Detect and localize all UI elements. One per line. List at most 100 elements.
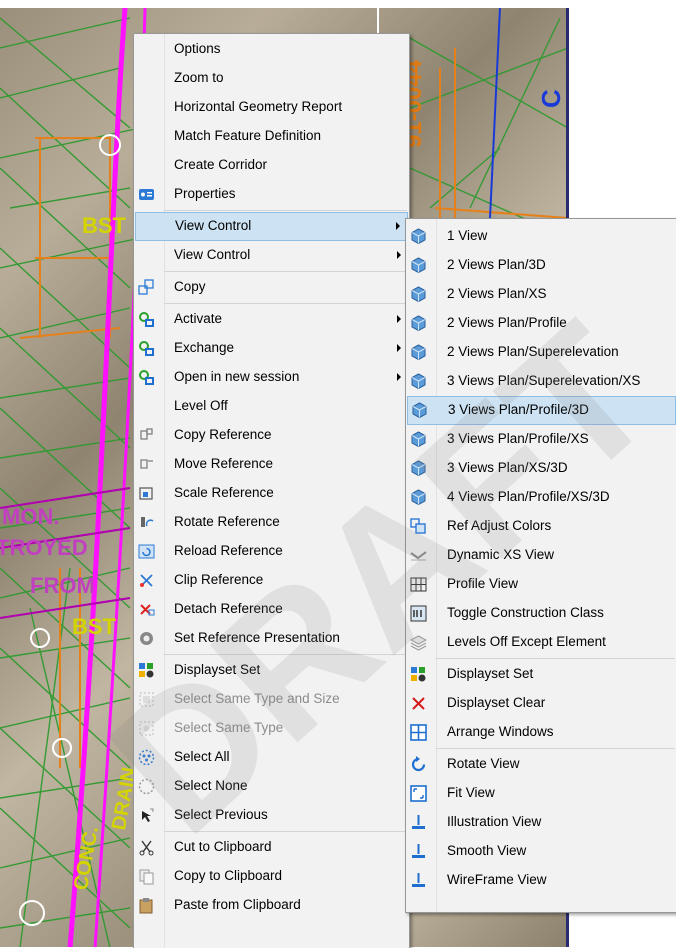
menu-item-match-feature-definition[interactable]: Match Feature Definition [135, 122, 408, 151]
menu-item-view-control[interactable]: View Control [135, 241, 408, 270]
menu-item-level-off[interactable]: Level Off [135, 392, 408, 421]
submenu-item-profile-view[interactable]: Profile View [407, 570, 676, 599]
menu-item-options[interactable]: Options [135, 35, 408, 64]
menu-item-properties[interactable]: Properties [135, 180, 408, 209]
menu-item-label: Horizontal Geometry Report [174, 99, 343, 114]
submenu-item-3-views-plan-profile-xs[interactable]: 3 Views Plan/Profile/XS [407, 425, 676, 454]
submenu-item-2-views-plan-profile[interactable]: 2 Views Plan/Profile [407, 309, 676, 338]
menu-item-set-reference-presentation[interactable]: Set Reference Presentation [135, 624, 408, 653]
menu-item-label: Level Off [174, 398, 228, 413]
menu-item-label: View Control [175, 218, 252, 233]
menu-separator [436, 658, 675, 659]
submenu-item-3-views-plan-superelevation-xs[interactable]: 3 Views Plan/Superelevation/XS [407, 367, 676, 396]
submenu-item-label: Displayset Clear [447, 695, 546, 710]
submenu-item-3-views-plan-profile-3d[interactable]: 3 Views Plan/Profile/3D [407, 396, 676, 425]
submenu-item-label: 2 Views Plan/3D [447, 257, 546, 272]
submenu-item-label: Dynamic XS View [447, 547, 555, 562]
ref-adjust-colors-icon [410, 518, 427, 535]
menu-item-label: Select None [174, 778, 248, 793]
menu-separator [164, 654, 407, 655]
menu-item-label: Activate [174, 311, 223, 326]
displayset-icon [410, 666, 427, 683]
view-cube-icon [410, 228, 427, 245]
menu-item-copy-to-clipboard[interactable]: Copy to Clipboard [135, 862, 408, 891]
menu-item-create-corridor[interactable]: Create Corridor [135, 151, 408, 180]
submenu-item-2-views-plan-3d[interactable]: 2 Views Plan/3D [407, 251, 676, 280]
submenu-item-3-views-plan-xs-3d[interactable]: 3 Views Plan/XS/3D [407, 454, 676, 483]
menu-item-label: Select Previous [174, 807, 268, 822]
submenu-item-fit-view[interactable]: Fit View [407, 779, 676, 808]
view-cube-icon [410, 373, 427, 390]
profile-view-icon [410, 576, 427, 593]
menu-item-select-none[interactable]: Select None [135, 772, 408, 801]
reference-exchange-icon [138, 340, 155, 357]
menu-item-label: Open in new session [174, 369, 300, 384]
menu-item-move-reference[interactable]: Move Reference [135, 450, 408, 479]
menu-item-open-in-new-session[interactable]: Open in new session [135, 363, 408, 392]
submenu-item-arrange-windows[interactable]: Arrange Windows [407, 718, 676, 747]
menu-item-label: Create Corridor [174, 157, 268, 172]
menu-item-copy-reference[interactable]: Copy Reference [135, 421, 408, 450]
menu-item-rotate-reference[interactable]: Rotate Reference [135, 508, 408, 537]
menu-separator [164, 303, 407, 304]
submenu-item-dynamic-xs-view[interactable]: Dynamic XS View [407, 541, 676, 570]
submenu-item-label: Levels Off Except Element [447, 634, 606, 649]
clipboard-copy-icon [138, 868, 155, 885]
submenu-item-displayset-clear[interactable]: Displayset Clear [407, 689, 676, 718]
menu-item-exchange[interactable]: Exchange [135, 334, 408, 363]
menu-item-zoom-to[interactable]: Zoom to [135, 64, 408, 93]
menu-item-displayset-set[interactable]: Displayset Set [135, 656, 408, 685]
submenu-item-wireframe-view[interactable]: WireFrame View [407, 866, 676, 895]
submenu-item-levels-off-except-element[interactable]: Levels Off Except Element [407, 628, 676, 657]
menu-item-reload-reference[interactable]: Reload Reference [135, 537, 408, 566]
view-control-submenu: 1 View 2 Views Plan/3D 2 Views Plan/XS 2 Vi… [405, 218, 676, 913]
submenu-item-smooth-view[interactable]: Smooth View [407, 837, 676, 866]
menu-separator [436, 748, 675, 749]
menu-item-paste-from-clipboard[interactable]: Paste from Clipboard [135, 891, 408, 920]
select-type-icon [138, 720, 155, 737]
menu-item-select-all[interactable]: Select All [135, 743, 408, 772]
menu-item-label: Copy Reference [174, 427, 272, 442]
fit-view-icon [410, 785, 427, 802]
rotate-view-icon [410, 756, 427, 773]
render-view-icon [410, 843, 427, 860]
menu-item-detach-reference[interactable]: Detach Reference [135, 595, 408, 624]
submenu-item-toggle-construction-class[interactable]: Toggle Construction Class [407, 599, 676, 628]
menu-item-select-previous[interactable]: Select Previous [135, 801, 408, 830]
menu-item-clip-reference[interactable]: Clip Reference [135, 566, 408, 595]
menu-item-horizontal-geometry-report[interactable]: Horizontal Geometry Report [135, 93, 408, 122]
submenu-item-ref-adjust-colors[interactable]: Ref Adjust Colors [407, 512, 676, 541]
menu-item-select-same-type-and-size[interactable]: Select Same Type and Size [135, 685, 408, 714]
arrange-windows-icon [410, 724, 427, 741]
view-cube-icon [410, 257, 427, 274]
submenu-item-label: Ref Adjust Colors [447, 518, 552, 533]
menu-item-label: Properties [174, 186, 236, 201]
submenu-item-illustration-view[interactable]: Illustration View [407, 808, 676, 837]
select-type-size-icon [138, 691, 155, 708]
copy-reference-icon [138, 427, 155, 444]
scale-reference-icon [138, 485, 155, 502]
menu-item-copy[interactable]: Copy [135, 273, 408, 302]
menu-item-cut-to-clipboard[interactable]: Cut to Clipboard [135, 833, 408, 862]
submenu-item-2-views-plan-superelevation[interactable]: 2 Views Plan/Superelevation [407, 338, 676, 367]
render-view-icon [410, 814, 427, 831]
submenu-item-2-views-plan-xs[interactable]: 2 Views Plan/XS [407, 280, 676, 309]
map-label-mon: MON. [2, 504, 60, 529]
submenu-item-displayset-set[interactable]: Displayset Set [407, 660, 676, 689]
submenu-item-label: 3 Views Plan/Superelevation/XS [447, 373, 641, 388]
menu-item-select-same-type[interactable]: Select Same Type [135, 714, 408, 743]
menu-item-label: Exchange [174, 340, 235, 355]
menu-item-activate[interactable]: Activate [135, 305, 408, 334]
submenu-item-4-views-plan-profile-xs-3d[interactable]: 4 Views Plan/Profile/XS/3D [407, 483, 676, 512]
render-view-icon [410, 872, 427, 889]
submenu-item-1-view[interactable]: 1 View [407, 222, 676, 251]
menu-item-scale-reference[interactable]: Scale Reference [135, 479, 408, 508]
view-cube-icon [410, 286, 427, 303]
presentation-icon [138, 630, 155, 647]
menu-item-label: Select Same Type [174, 720, 284, 735]
menu-item-label: Reload Reference [174, 543, 283, 558]
properties-icon [138, 186, 155, 203]
submenu-item-rotate-view[interactable]: Rotate View [407, 750, 676, 779]
select-all-icon [138, 749, 155, 766]
menu-item-view-control[interactable]: View Control [135, 212, 408, 241]
